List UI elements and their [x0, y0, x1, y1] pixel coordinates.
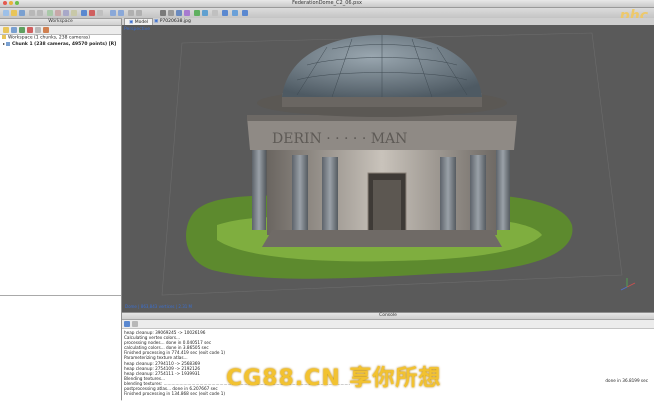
axis-gizmo — [620, 278, 636, 291]
tree-item-label: Chunk 1 (238 cameras, 49570 points) [R] — [12, 42, 117, 47]
workspace-folder-icon — [2, 35, 6, 39]
workspace-pane: Workspace Workspace (1 chunks, 238 camer… — [0, 19, 122, 401]
model-stats: Dome | 863,843 vertices | 2.31 M — [125, 304, 193, 309]
enable-icon[interactable] — [35, 27, 41, 33]
full-screen-icon[interactable] — [242, 10, 248, 16]
perspective-label: Perspective — [124, 27, 151, 32]
dome-model-render: DERIN · · · · · MAN — [161, 32, 636, 296]
shaded-mode-icon[interactable] — [160, 10, 166, 16]
circle-select-icon[interactable] — [63, 10, 69, 16]
chunk-icon — [6, 41, 11, 46]
zoom-out-icon[interactable] — [118, 10, 124, 16]
watermark: CG88.CN 享你所想 — [226, 366, 442, 391]
tab-photo[interactable]: ▣ P7020638.jpg — [150, 18, 195, 25]
save-log-icon[interactable] — [124, 321, 130, 327]
add-chunk-icon[interactable] — [3, 27, 9, 33]
delete-selection-icon[interactable] — [89, 10, 95, 16]
textured-mode-icon[interactable] — [184, 10, 190, 16]
camera-view-icon[interactable] — [222, 10, 228, 16]
model-viewport[interactable]: DERIN · · · · · MAN Perspective Dome | 8… — [122, 25, 654, 312]
zoom-in-icon[interactable] — [110, 10, 116, 16]
move-object-icon[interactable] — [202, 10, 208, 16]
rectangle-select-icon[interactable] — [55, 10, 61, 16]
wireframe-mode-icon[interactable] — [176, 10, 182, 16]
clear-log-icon[interactable] — [132, 321, 138, 327]
expand-arrow-icon[interactable]: ▸ — [3, 41, 5, 46]
redo-icon[interactable] — [37, 10, 43, 16]
save-project-icon[interactable] — [19, 10, 25, 16]
region-icon[interactable] — [232, 10, 238, 16]
crop-selection-icon[interactable] — [97, 10, 103, 16]
frieze-lettering: DERIN · · · · · MAN — [272, 131, 407, 147]
disable-icon[interactable] — [43, 27, 49, 33]
show-points-icon[interactable] — [136, 10, 142, 16]
open-project-icon[interactable] — [11, 10, 17, 16]
reset-view-icon[interactable] — [212, 10, 218, 16]
undo-icon[interactable] — [29, 10, 35, 16]
rotate-object-icon[interactable] — [194, 10, 200, 16]
select-tool-icon[interactable] — [47, 10, 53, 16]
tree-item-label: Workspace (1 chunks, 238 cameras) — [8, 35, 91, 41]
tree-item-chunk[interactable]: ▸ Chunk 1 (238 cameras, 49570 points) [R] — [0, 41, 121, 47]
remove-item-icon[interactable] — [27, 27, 33, 33]
show-cameras-icon[interactable] — [128, 10, 134, 16]
solid-mode-icon[interactable] — [168, 10, 174, 16]
workspace-toolbar — [0, 26, 121, 35]
console-header: Console — [122, 313, 654, 320]
window-titlebar: FederationDome_C2_06.psx — [0, 0, 654, 8]
add-photos-icon[interactable] — [11, 27, 17, 33]
navigation-icon[interactable] — [81, 10, 87, 16]
free-select-icon[interactable] — [71, 10, 77, 16]
log-line-tail: done in 36.8199 sec — [605, 378, 648, 383]
window-title: FederationDome_C2_06.psx — [292, 0, 362, 6]
console-toolbar — [122, 320, 654, 329]
workspace-header: Workspace — [0, 19, 121, 26]
add-folder-icon[interactable] — [19, 27, 25, 33]
new-project-icon[interactable] — [3, 10, 9, 16]
properties-pane — [0, 295, 121, 401]
